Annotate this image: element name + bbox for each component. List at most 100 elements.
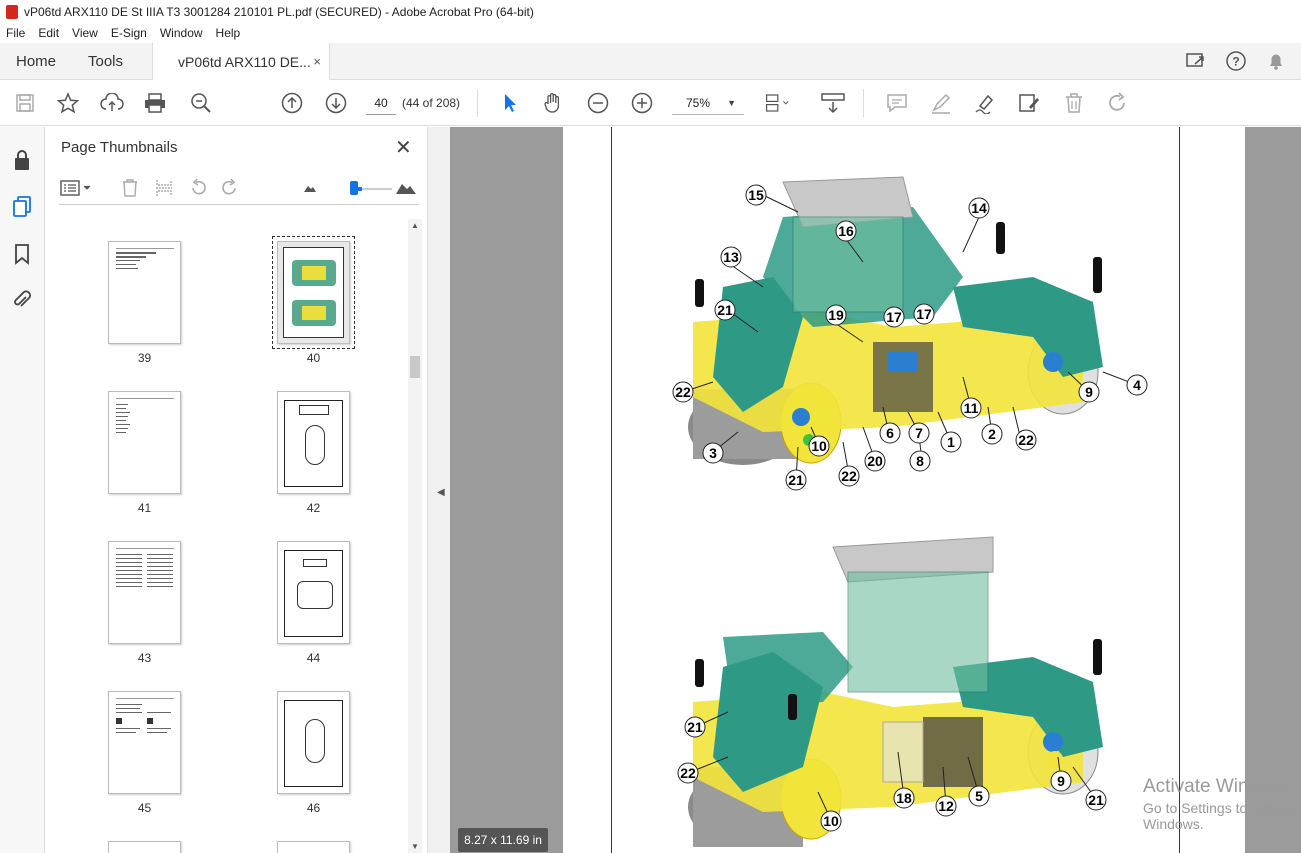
thumbnail-label: 40 (306, 351, 321, 365)
callout-number: 20 (864, 450, 886, 472)
thumbnail-page-41[interactable] (108, 391, 181, 494)
edit-pdf-icon[interactable] (1017, 91, 1041, 115)
sign-pen-icon[interactable] (973, 91, 997, 115)
callout-number: 14 (968, 197, 990, 219)
thumbnail-label: 42 (306, 501, 321, 515)
slider-handle[interactable] (350, 181, 358, 195)
scroll-up-arrow-icon[interactable]: ▲ (411, 221, 419, 230)
svg-text:9: 9 (1085, 384, 1093, 400)
scroll-down-arrow-icon[interactable]: ▼ (411, 842, 419, 851)
svg-text:12: 12 (938, 798, 954, 814)
svg-text:11: 11 (964, 400, 979, 416)
tab-close-button[interactable]: × (313, 54, 321, 69)
menu-help[interactable]: Help (216, 26, 241, 40)
lock-icon[interactable] (11, 149, 33, 171)
zoom-in-icon[interactable] (630, 91, 654, 115)
comment-icon[interactable] (885, 91, 909, 115)
zoom-level-select[interactable]: 75% ▼ (672, 91, 744, 115)
options-menu-icon[interactable] (59, 177, 93, 199)
svg-text:21: 21 (1088, 792, 1104, 808)
thumbnail-page-43[interactable] (108, 541, 181, 644)
help-icon[interactable]: ? (1225, 50, 1247, 72)
svg-text:17: 17 (886, 309, 902, 325)
main-toolbar (0, 80, 1301, 126)
svg-text:22: 22 (1018, 432, 1034, 448)
thumbnail-content (284, 550, 343, 637)
thumbnail-page-44[interactable] (277, 541, 350, 644)
bookmark-star-icon[interactable] (56, 91, 80, 115)
split-page-icon[interactable] (153, 177, 175, 199)
highlight-pen-icon[interactable] (929, 91, 953, 115)
redo-icon[interactable] (1106, 91, 1130, 115)
thumbnail-page-45[interactable] (108, 691, 181, 794)
machine-illustrations: 15 14 16 13 21 19 17 17 4 9 22 11 2 22 6… (672, 176, 1148, 847)
thumbnail-page-39[interactable] (108, 241, 181, 344)
thumbnail-content (284, 400, 343, 487)
hand-tool-icon[interactable] (541, 91, 565, 115)
page-size-badge: 8.27 x 11.69 in (458, 828, 548, 852)
menu-view[interactable]: View (72, 26, 98, 40)
watermark-line2: Go to Settings to activate Windows. (1143, 800, 1300, 832)
callout-number: 19 (825, 304, 847, 326)
thumbnail-large-icon[interactable] (395, 177, 417, 199)
page-number-input[interactable]: 40 (366, 91, 396, 115)
callout-number: 5 (968, 785, 990, 807)
page-thumbnails-icon[interactable] (11, 195, 33, 217)
callout-number: 8 (909, 450, 931, 472)
acrobat-app-icon (6, 4, 18, 19)
delete-page-icon[interactable] (119, 177, 141, 199)
thumbnail-label: 43 (137, 651, 152, 665)
watermark-line1: Activate Windows (1143, 776, 1293, 797)
tab-home[interactable]: Home (16, 43, 56, 80)
thumbnail-page-42[interactable] (277, 391, 350, 494)
callout-number: 16 (835, 220, 857, 242)
menu-esign[interactable]: E-Sign (111, 26, 147, 40)
zoom-search-icon[interactable] (189, 91, 213, 115)
attachments-paperclip-icon[interactable] (11, 289, 33, 311)
callout-number: 21 (684, 716, 706, 738)
zoom-out-icon[interactable] (586, 91, 610, 115)
svg-text:19: 19 (828, 307, 844, 323)
delete-trash-icon[interactable] (1062, 91, 1086, 115)
thumbnail-content (284, 700, 343, 787)
thumbnail-page-48[interactable] (277, 841, 350, 853)
callout-number: 17 (883, 306, 905, 328)
thumbnail-page-46[interactable] (277, 691, 350, 794)
thumbnail-page-47[interactable] (108, 841, 181, 853)
collapse-arrow-icon: ◀ (437, 487, 445, 498)
callout-number: 18 (893, 787, 915, 809)
tab-document[interactable]: vP06td ARX110 DE... × (152, 43, 330, 81)
thumbnail-scrollbar[interactable]: ▲ ▼ (408, 219, 422, 853)
panel-collapse-handle[interactable]: ◀ (428, 127, 450, 853)
left-nav-rail (0, 127, 45, 853)
rotate-right-icon[interactable] (219, 177, 241, 199)
svg-text:15: 15 (748, 187, 764, 203)
print-icon[interactable] (143, 91, 167, 115)
previous-page-icon[interactable] (280, 91, 304, 115)
thumbnail-label: 46 (306, 801, 321, 815)
page-fit-icon[interactable] (765, 91, 789, 115)
scrollbar-thumb[interactable] (410, 356, 420, 378)
notifications-bell-icon[interactable] (1265, 50, 1287, 72)
callout-number: 10 (808, 435, 830, 457)
share-screen-icon[interactable] (1185, 50, 1207, 72)
callout-number: 22 (1015, 429, 1037, 451)
save-icon[interactable] (13, 91, 37, 115)
bookmarks-icon[interactable] (11, 243, 33, 265)
tab-tools[interactable]: Tools (88, 43, 123, 80)
thumbnail-page-40[interactable] (272, 236, 355, 349)
callout-number: 10 (820, 810, 842, 832)
menu-edit[interactable]: Edit (38, 26, 59, 40)
select-cursor-icon[interactable] (498, 91, 522, 115)
close-icon[interactable]: ✕ (395, 135, 412, 160)
scroll-mode-icon[interactable] (821, 91, 845, 115)
menu-file[interactable]: File (6, 26, 25, 40)
menu-window[interactable]: Window (160, 26, 203, 40)
thumbnail-small-icon[interactable] (299, 177, 321, 199)
rotate-left-icon[interactable] (187, 177, 209, 199)
next-page-icon[interactable] (324, 91, 348, 115)
svg-text:22: 22 (680, 765, 696, 781)
upload-cloud-icon[interactable] (100, 91, 124, 115)
svg-text:21: 21 (788, 472, 804, 488)
document-viewer[interactable]: 15 14 16 13 21 19 17 17 4 9 22 11 2 22 6… (450, 127, 1301, 853)
